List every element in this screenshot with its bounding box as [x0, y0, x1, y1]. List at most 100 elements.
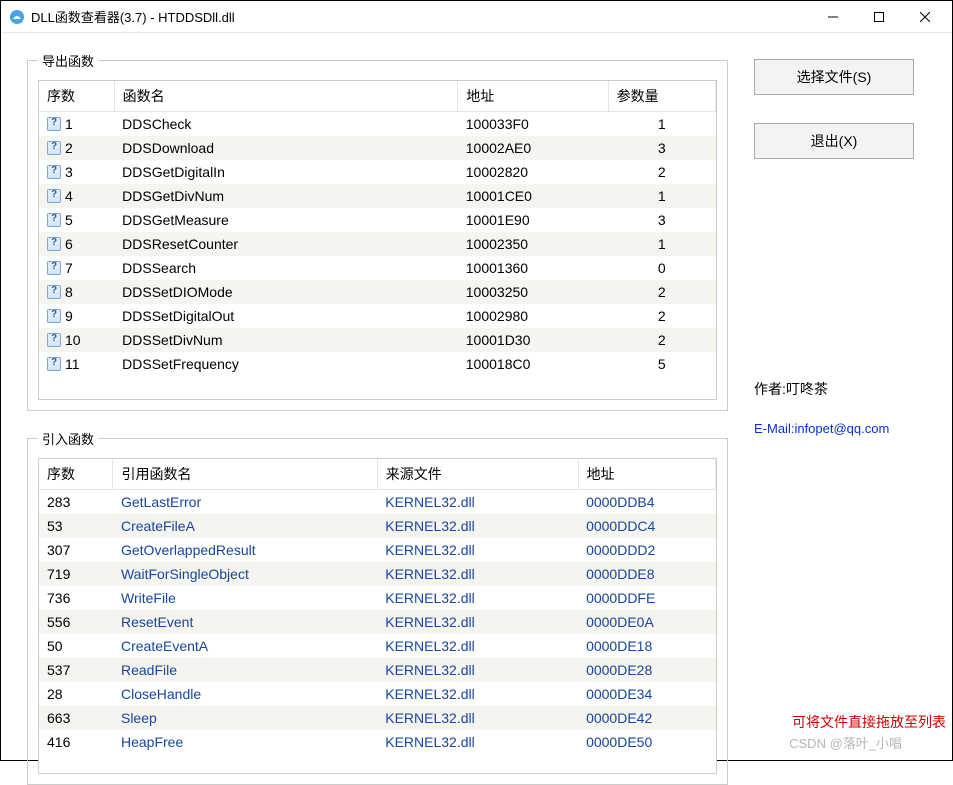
- cell-argc: 2: [608, 304, 715, 328]
- question-icon: [47, 117, 61, 131]
- table-row[interactable]: 11DDSSetFrequency100018C05: [39, 352, 716, 376]
- cell-addr: 10003250: [458, 280, 608, 304]
- table-row[interactable]: 7DDSSearch100013600: [39, 256, 716, 280]
- cell-name: DDSSetDIOMode: [114, 280, 458, 304]
- table-row[interactable]: 283GetLastErrorKERNEL32.dll0000DDB4: [39, 490, 716, 515]
- table-row[interactable]: 8DDSSetDIOMode100032502: [39, 280, 716, 304]
- cell-argc: 1: [608, 112, 715, 137]
- export-header-addr[interactable]: 地址: [458, 81, 608, 112]
- cell-src: KERNEL32.dll: [377, 514, 578, 538]
- cell-name: GetLastError: [113, 490, 377, 515]
- cell-idx: 8: [39, 280, 114, 304]
- cell-name: DDSResetCounter: [114, 232, 458, 256]
- question-icon: [47, 213, 61, 227]
- table-row[interactable]: 50CreateEventAKERNEL32.dll0000DE18: [39, 634, 716, 658]
- cell-argc: 2: [608, 328, 715, 352]
- cell-idx: 556: [39, 610, 113, 634]
- table-row[interactable]: 719WaitForSingleObjectKERNEL32.dll0000DD…: [39, 562, 716, 586]
- table-row[interactable]: 556ResetEventKERNEL32.dll0000DE0A: [39, 610, 716, 634]
- cell-idx: 4: [39, 184, 114, 208]
- table-row[interactable]: 6DDSResetCounter100023501: [39, 232, 716, 256]
- cell-argc: 3: [608, 136, 715, 160]
- cell-name: Sleep: [113, 706, 377, 730]
- export-listview[interactable]: 序数 函数名 地址 参数量 1DDSCheck100033F012DDSDown…: [38, 80, 717, 400]
- select-file-button[interactable]: 选择文件(S): [754, 59, 914, 95]
- cell-addr: 10001D30: [458, 328, 608, 352]
- cell-name: ResetEvent: [113, 610, 377, 634]
- cell-argc: 2: [608, 280, 715, 304]
- table-row[interactable]: 9DDSSetDigitalOut100029802: [39, 304, 716, 328]
- table-row[interactable]: 28CloseHandleKERNEL32.dll0000DE34: [39, 682, 716, 706]
- table-row[interactable]: 537ReadFileKERNEL32.dll0000DE28: [39, 658, 716, 682]
- cell-addr: 0000DE0A: [578, 610, 715, 634]
- cell-addr: 0000DDB4: [578, 490, 715, 515]
- exit-button[interactable]: 退出(X): [754, 123, 914, 159]
- import-header-name[interactable]: 引用函数名: [113, 459, 377, 490]
- import-header-idx[interactable]: 序数: [39, 459, 113, 490]
- cell-addr: 0000DDD2: [578, 538, 715, 562]
- maximize-button[interactable]: [856, 2, 902, 32]
- import-header-addr[interactable]: 地址: [578, 459, 715, 490]
- table-row[interactable]: 53CreateFileAKERNEL32.dll0000DDC4: [39, 514, 716, 538]
- table-row[interactable]: 4DDSGetDivNum10001CE01: [39, 184, 716, 208]
- cell-idx: 10: [39, 328, 114, 352]
- cell-idx: 6: [39, 232, 114, 256]
- cell-idx: 53: [39, 514, 113, 538]
- cell-name: HeapFree: [113, 730, 377, 754]
- import-header-src[interactable]: 来源文件: [377, 459, 578, 490]
- table-row[interactable]: 3DDSGetDigitalIn100028202: [39, 160, 716, 184]
- question-icon: [47, 237, 61, 251]
- cell-name: DDSCheck: [114, 112, 458, 137]
- table-row[interactable]: 1DDSCheck100033F01: [39, 112, 716, 137]
- email-label: E-Mail:infopet@qq.com: [754, 421, 928, 436]
- cell-idx: 9: [39, 304, 114, 328]
- cell-idx: 537: [39, 658, 113, 682]
- cell-argc: 2: [608, 160, 715, 184]
- window-title: DLL函数查看器(3.7) - HTDDSDll.dll: [31, 7, 235, 26]
- cell-src: KERNEL32.dll: [377, 730, 578, 754]
- cell-addr: 0000DE18: [578, 634, 715, 658]
- question-icon: [47, 261, 61, 275]
- table-row[interactable]: 307GetOverlappedResultKERNEL32.dll0000DD…: [39, 538, 716, 562]
- cell-argc: 5: [608, 352, 715, 376]
- cell-name: DDSGetMeasure: [114, 208, 458, 232]
- table-row[interactable]: 10DDSSetDivNum10001D302: [39, 328, 716, 352]
- export-header-idx[interactable]: 序数: [39, 81, 114, 112]
- cell-src: KERNEL32.dll: [377, 610, 578, 634]
- export-header-row: 序数 函数名 地址 参数量: [39, 81, 716, 112]
- import-legend: 引入函数: [38, 429, 98, 448]
- minimize-button[interactable]: [810, 2, 856, 32]
- cell-addr: 10001E90: [458, 208, 608, 232]
- import-listview[interactable]: 序数 引用函数名 来源文件 地址 283GetLastErrorKERNEL32…: [38, 458, 717, 774]
- question-icon: [47, 333, 61, 347]
- close-button[interactable]: [902, 2, 948, 32]
- cell-idx: 3: [39, 160, 114, 184]
- cell-argc: 1: [608, 184, 715, 208]
- cell-src: KERNEL32.dll: [377, 682, 578, 706]
- table-row[interactable]: 736WriteFileKERNEL32.dll0000DDFE: [39, 586, 716, 610]
- table-row[interactable]: 416HeapFreeKERNEL32.dll0000DE50: [39, 730, 716, 754]
- cell-addr: 0000DDE8: [578, 562, 715, 586]
- cell-addr: 10002820: [458, 160, 608, 184]
- cell-name: WaitForSingleObject: [113, 562, 377, 586]
- export-legend: 导出函数: [38, 51, 98, 70]
- cell-src: KERNEL32.dll: [377, 658, 578, 682]
- cell-src: KERNEL32.dll: [377, 586, 578, 610]
- cell-name: CreateFileA: [113, 514, 377, 538]
- watermark: CSDN @落叶_小唱: [789, 733, 902, 752]
- export-header-argc[interactable]: 参数量: [608, 81, 715, 112]
- cell-src: KERNEL32.dll: [377, 562, 578, 586]
- cell-addr: 0000DE42: [578, 706, 715, 730]
- table-row[interactable]: 663SleepKERNEL32.dll0000DE42: [39, 706, 716, 730]
- cell-idx: 283: [39, 490, 113, 515]
- cell-addr: 100033F0: [458, 112, 608, 137]
- drag-hint: 可将文件直接拖放至列表: [792, 712, 946, 732]
- question-icon: [47, 309, 61, 323]
- import-header-row: 序数 引用函数名 来源文件 地址: [39, 459, 716, 490]
- titlebar: DLL函数查看器(3.7) - HTDDSDll.dll: [1, 1, 952, 33]
- table-row[interactable]: 5DDSGetMeasure10001E903: [39, 208, 716, 232]
- cell-name: CreateEventA: [113, 634, 377, 658]
- cell-name: DDSDownload: [114, 136, 458, 160]
- table-row[interactable]: 2DDSDownload10002AE03: [39, 136, 716, 160]
- export-header-name[interactable]: 函数名: [114, 81, 458, 112]
